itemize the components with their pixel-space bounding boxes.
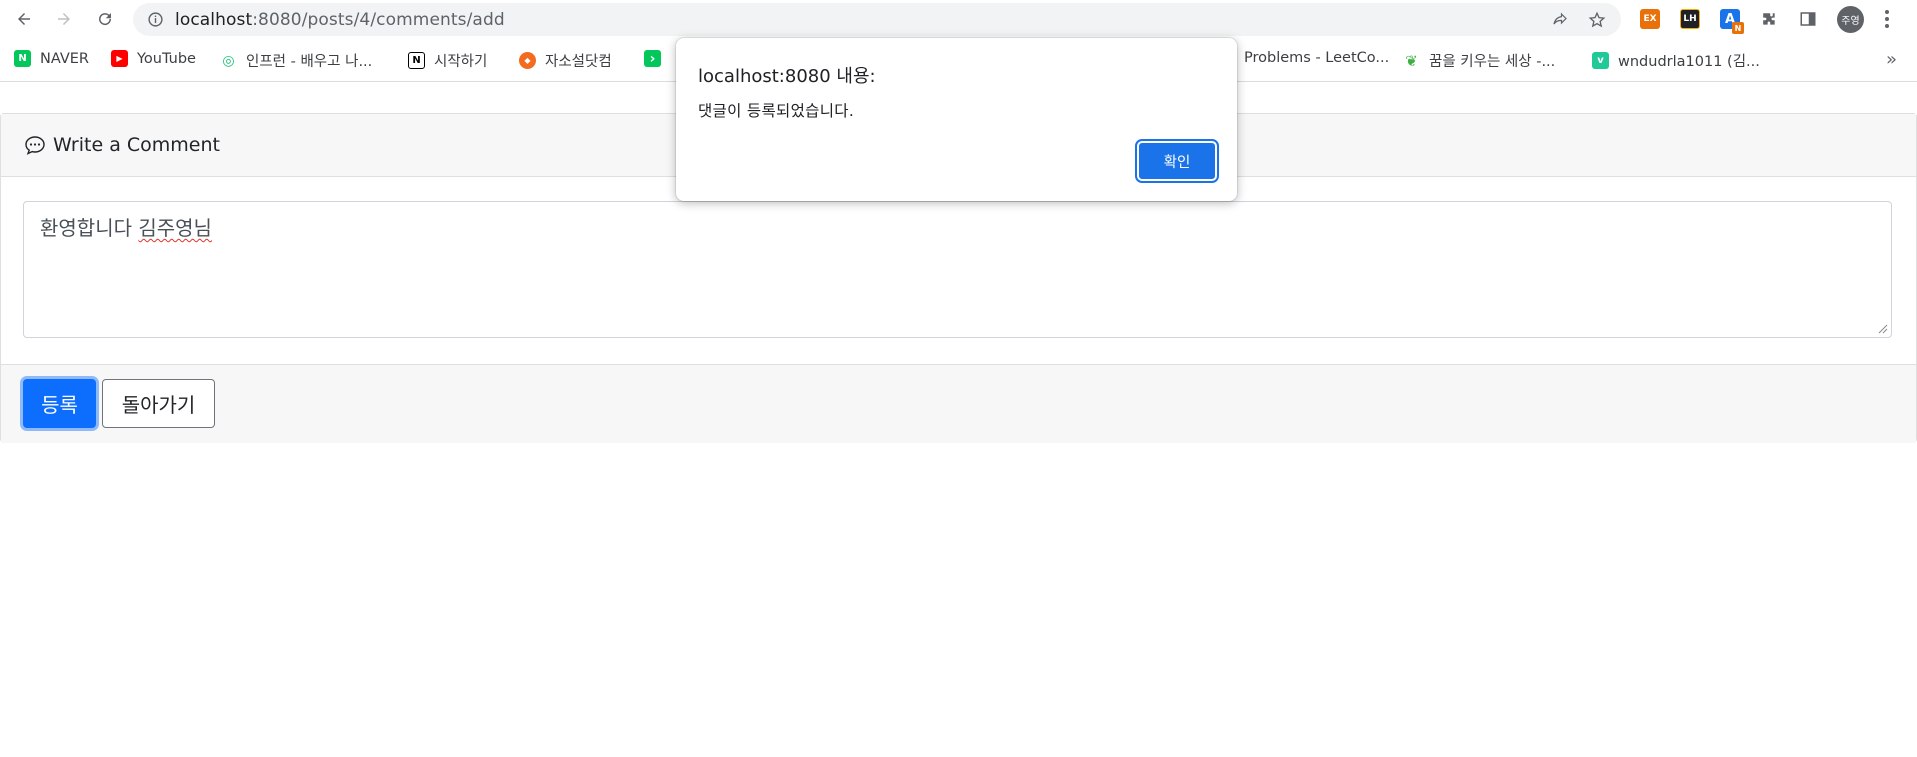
info-icon[interactable] — [147, 11, 164, 28]
bookmark-label: YouTube — [137, 50, 196, 67]
bookmark-label: NAVER — [40, 50, 89, 67]
bookmark-youtube[interactable]: ▶ YouTube — [111, 50, 196, 67]
dialog-title: localhost:8080 내용: — [698, 66, 876, 87]
side-panel-icon[interactable] — [1799, 10, 1817, 28]
translate-extension-icon[interactable]: AN — [1720, 9, 1744, 34]
reload-icon[interactable] — [94, 8, 116, 30]
youtube-icon: ▶ — [111, 50, 128, 67]
more-bookmarks-icon[interactable]: » — [1886, 49, 1897, 70]
ex-extension-icon[interactable]: EX — [1640, 9, 1660, 29]
extension-badge: N — [1732, 22, 1744, 34]
bookmark-hidden[interactable]: › — [644, 50, 670, 67]
green-arrow-icon: › — [644, 50, 661, 67]
url-text: localhost:8080/posts/4/comments/add — [175, 10, 505, 30]
bookmark-leetcode[interactable]: Problems - LeetCo... — [1244, 50, 1389, 66]
bookmark-naver[interactable]: N NAVER — [14, 50, 89, 67]
card-footer: 등록 돌아가기 — [1, 364, 1916, 443]
bookmark-label: wndudrla1011 (김... — [1618, 54, 1760, 70]
browser-toolbar: localhost:8080/posts/4/comments/add EX L… — [0, 0, 1917, 38]
bookmark-jasoseol[interactable]: ◆ 자소설닷컴 — [519, 50, 612, 71]
velog-icon: v — [1592, 52, 1609, 69]
bookmark-velog[interactable]: v wndudrla1011 (김... — [1592, 50, 1760, 71]
profile-avatar[interactable]: 주영 — [1837, 6, 1864, 33]
forward-arrow-icon[interactable] — [53, 8, 75, 30]
back-button[interactable]: 돌아가기 — [102, 379, 215, 428]
share-icon[interactable] — [1551, 11, 1569, 29]
submit-button[interactable]: 등록 — [23, 379, 96, 428]
dialog-message: 댓글이 등록되었습니다. — [698, 102, 855, 120]
jasoseol-icon: ◆ — [519, 52, 536, 69]
back-arrow-icon[interactable] — [13, 8, 35, 30]
address-bar[interactable]: localhost:8080/posts/4/comments/add — [133, 3, 1621, 36]
bookmark-label: 시작하기 — [434, 54, 488, 70]
puzzle-extensions-icon[interactable] — [1760, 10, 1778, 28]
bookmark-star-icon[interactable] — [1588, 11, 1606, 29]
bookmark-label: 인프런 - 배우고 나... — [246, 54, 373, 70]
comment-misspelled-word: 김주영님 — [138, 216, 212, 240]
lh-extension-icon[interactable]: LH — [1680, 9, 1700, 29]
resize-grip-icon[interactable] — [1878, 324, 1888, 334]
kebab-menu-icon[interactable] — [1884, 9, 1890, 29]
inflearn-icon: ◎ — [222, 52, 235, 69]
bookmark-dream[interactable]: ❦ 꿈을 키우는 세상 -... — [1403, 50, 1555, 71]
dialog-ok-button[interactable]: 확인 — [1135, 139, 1219, 183]
naver-icon: N — [14, 50, 31, 67]
bookmark-notion[interactable]: N 시작하기 — [408, 50, 487, 71]
sprout-icon: ❦ — [1405, 51, 1418, 70]
comment-text: 환영합니다 — [40, 216, 139, 240]
chat-dots-icon — [25, 136, 45, 155]
bookmark-inflearn[interactable]: ◎ 인프런 - 배우고 나... — [220, 50, 372, 71]
alert-dialog: localhost:8080 내용: 댓글이 등록되었습니다. 확인 — [676, 38, 1237, 201]
comment-textarea[interactable]: 환영합니다 김주영님 — [23, 201, 1892, 338]
bookmark-label: Problems - LeetCo... — [1244, 50, 1390, 66]
bookmark-label: 자소설닷컴 — [545, 54, 612, 70]
card-body: 환영합니다 김주영님 — [1, 177, 1916, 365]
card-title: Write a Comment — [53, 134, 220, 156]
notion-icon: N — [408, 52, 425, 69]
bookmark-label: 꿈을 키우는 세상 -... — [1429, 54, 1556, 70]
